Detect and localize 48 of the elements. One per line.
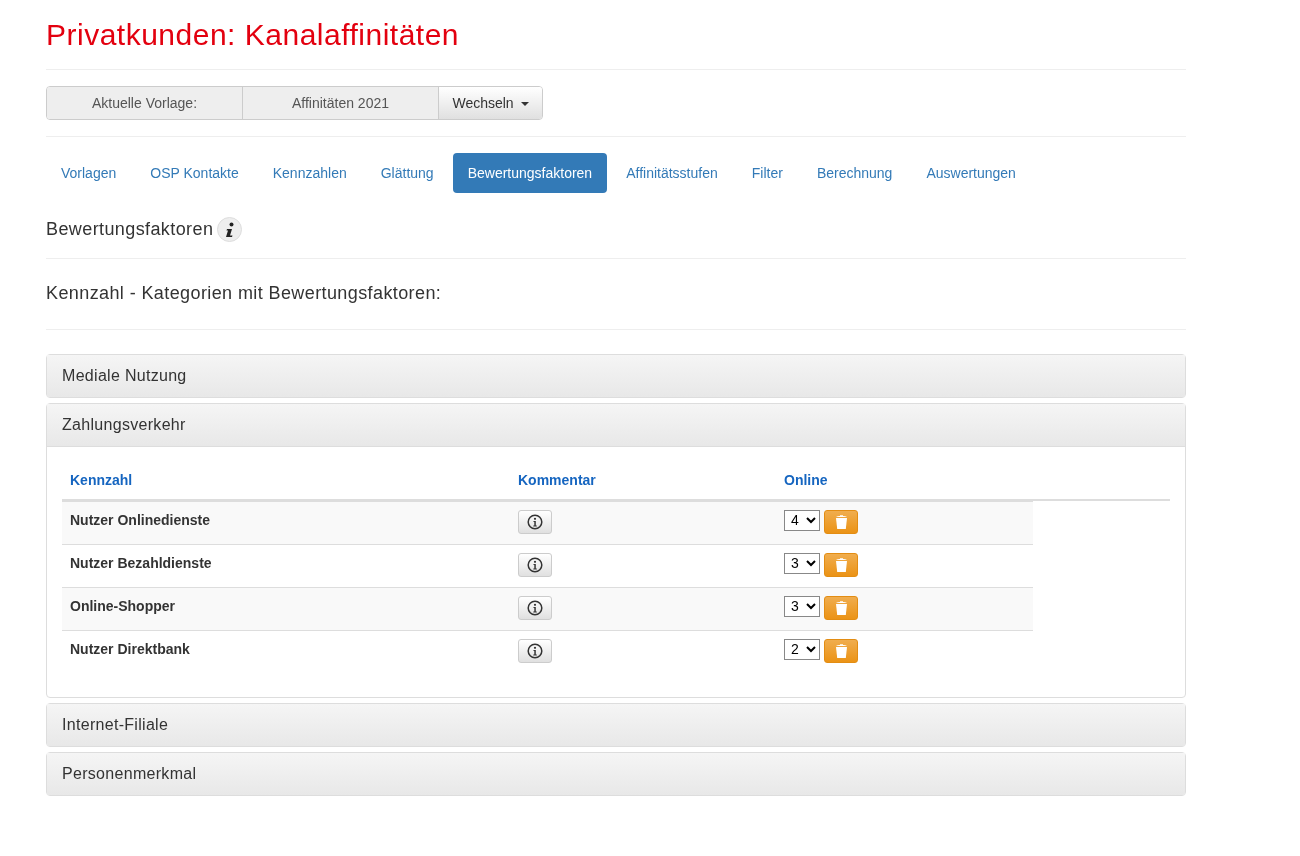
nav-tab[interactable]: Bewertungsfaktoren <box>452 153 608 193</box>
panel-header[interactable]: Mediale Nutzung <box>47 354 1185 397</box>
nav-tab[interactable]: Auswertungen <box>911 153 1031 193</box>
panel-header[interactable]: Internet-Filiale <box>47 703 1185 746</box>
column-header: Kommentar <box>517 470 597 490</box>
row-label: Nutzer Direktbank <box>70 640 190 657</box>
nav-tab[interactable]: Affinitätsstufen <box>611 153 733 193</box>
column-header: Online <box>783 470 829 490</box>
rating-select[interactable]: 4 <box>784 509 820 531</box>
delete-button[interactable] <box>824 595 858 620</box>
nav-tab[interactable]: Vorlagen <box>46 153 132 193</box>
comment-button[interactable] <box>518 638 552 663</box>
delete-button[interactable] <box>824 552 858 577</box>
row-label: Nutzer Bezahldienste <box>70 554 212 571</box>
nav-tab[interactable]: Filter <box>736 153 798 193</box>
nav-tab[interactable]: Kennzahlen <box>257 153 362 193</box>
comment-button[interactable] <box>518 509 552 534</box>
delete-button[interactable] <box>824 509 858 534</box>
comment-button[interactable] <box>518 552 552 577</box>
template-label: Aktuelle Vorlage: <box>47 87 243 119</box>
switch-button[interactable]: Wechseln <box>439 87 542 119</box>
trash-icon <box>834 556 848 573</box>
info-icon <box>527 556 543 573</box>
row-label: Nutzer Onlinedienste <box>70 511 211 528</box>
rating-select[interactable]: 3 <box>784 595 820 617</box>
nav-tab[interactable]: Glättung <box>365 153 449 193</box>
rating-select[interactable]: 3 <box>784 552 820 574</box>
info-icon <box>527 513 543 530</box>
column-header: Kennzahl <box>69 470 134 490</box>
row-label: Online-Shopper <box>70 597 175 614</box>
info-icon <box>217 217 243 242</box>
rating-select[interactable]: 2 <box>784 638 820 660</box>
section-heading: Bewertungsfaktoren <box>46 218 214 241</box>
info-icon <box>527 642 543 659</box>
comment-button[interactable] <box>518 595 552 620</box>
delete-button[interactable] <box>824 638 858 663</box>
trash-icon <box>834 513 848 530</box>
trash-icon <box>834 642 848 659</box>
panel-header[interactable]: Personenmerkmal <box>47 752 1185 795</box>
nav-tab[interactable]: Berechnung <box>801 153 908 193</box>
caret-icon <box>520 101 529 106</box>
info-icon <box>527 599 543 616</box>
page-title: Privatkunden: Kanalaffinitäten <box>46 17 461 53</box>
nav-tab[interactable]: OSP Kontakte <box>135 153 254 193</box>
trash-icon <box>834 599 848 616</box>
template-value: Affinitäten 2021 <box>243 87 439 119</box>
subheading: Kennzahl - Kategorien mit Bewertungsfaktoren: <box>46 283 443 305</box>
panel-header[interactable]: Zahlungsverkehr <box>47 403 1185 447</box>
